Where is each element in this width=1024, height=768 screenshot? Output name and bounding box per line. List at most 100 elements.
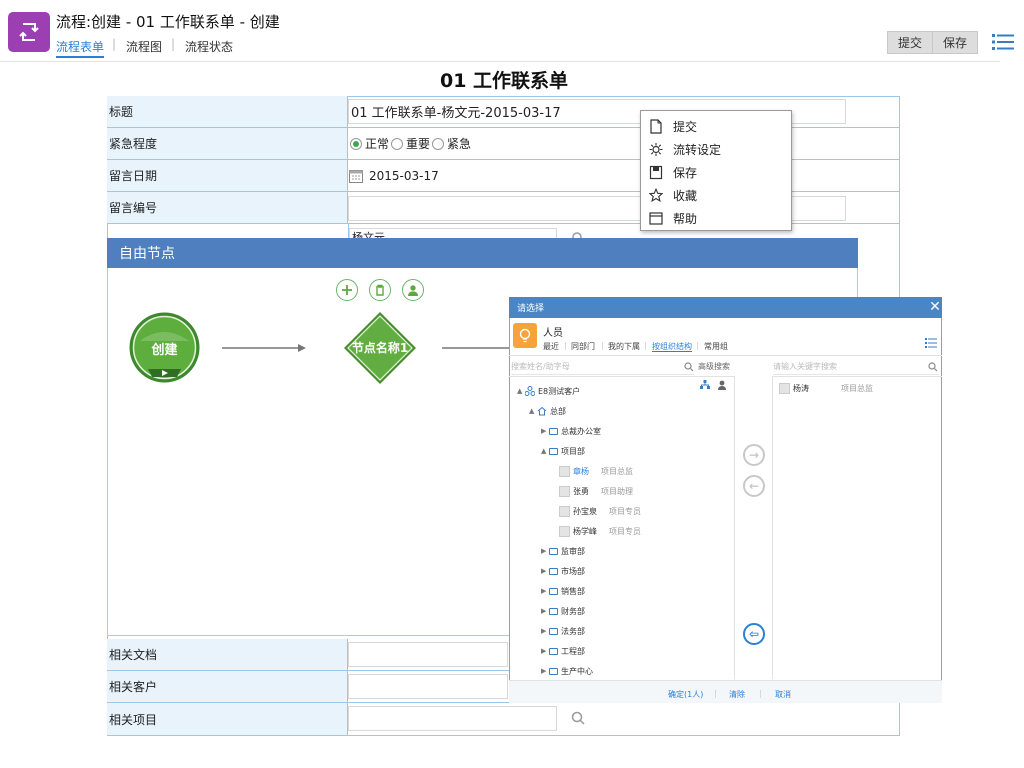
form-row-project: 相关项目 [107, 703, 900, 735]
folder-icon [549, 607, 558, 615]
urgency-label: 紧急程度 [107, 128, 348, 159]
arrow-right-icon: → [748, 448, 760, 462]
keyword-search-input[interactable]: 请输入关键字搜索 [773, 361, 939, 375]
clear-button[interactable]: 清除 [729, 689, 745, 700]
tree-node-dept[interactable]: ▶ 销售部 [517, 581, 641, 601]
tree-node-company[interactable]: ▲ 总部 [517, 401, 641, 421]
sel-tab-subordinates[interactable]: 我的下属 [608, 341, 640, 352]
sel-tab-common-groups[interactable]: 常用组 [704, 341, 728, 352]
add-node-button[interactable] [336, 279, 358, 301]
tree-node-root[interactable]: ▲ E8测试客户 [517, 381, 641, 401]
add-arrow-button[interactable]: → [743, 444, 765, 466]
advanced-search-link[interactable]: 高级搜索 [698, 361, 730, 372]
tree-member[interactable]: 张勇 项目助理 [517, 481, 641, 501]
category-label: 人员 [543, 328, 563, 339]
lightbulb-icon [519, 328, 531, 342]
folder-icon [549, 427, 558, 435]
person-category-icon [513, 323, 537, 348]
delete-node-button[interactable] [369, 279, 391, 301]
app-icon [8, 12, 50, 52]
save-button[interactable]: 保存 [932, 31, 978, 54]
tab-flowchart[interactable]: 流程图 [126, 38, 162, 55]
menu-item-save[interactable]: 保存 [641, 161, 791, 184]
star-icon [649, 188, 663, 203]
start-node[interactable]: 创建 [128, 311, 201, 384]
tab-flow-status[interactable]: 流程状态 [185, 38, 233, 55]
calendar-icon[interactable] [349, 169, 363, 183]
tab-form[interactable]: 流程表单 [56, 38, 104, 55]
window-title: 流程:创建 - 01 工作联系单 - 创建 [56, 13, 280, 31]
trash-icon [376, 284, 384, 296]
urgency-radio-normal[interactable]: 正常 [350, 135, 389, 152]
close-icon[interactable]: ✕ [928, 300, 942, 314]
list-icon[interactable] [925, 338, 937, 348]
plus-icon [342, 285, 352, 295]
list-menu-icon[interactable] [992, 33, 1014, 51]
tree-member[interactable]: 杨学峰 项目专员 [517, 521, 641, 541]
confirm-button[interactable]: 确定(1人) [668, 689, 703, 700]
tree-node-dept[interactable]: ▶ 监审部 [517, 541, 641, 561]
name-search-input[interactable]: 搜索姓名/助字母 [511, 361, 694, 375]
sel-tab-same-dept[interactable]: 同部门 [571, 341, 595, 352]
org-tree: ▲ E8测试客户 ▲ 总部 ▶ 总裁办公室 ▲ 项目部 章杨 项目总监 张勇 项目助理 … [517, 381, 641, 681]
person-avatar-icon [559, 465, 570, 477]
partial-input[interactable]: 杨文元 [349, 228, 557, 238]
org-icon [525, 386, 535, 396]
floppy-icon [649, 165, 663, 180]
tree-member[interactable]: 孙宝泉 项目专员 [517, 501, 641, 521]
window-icon [649, 212, 663, 225]
tree-node-dept[interactable]: ▶ 生产中心 [517, 661, 641, 681]
tab-divider: | [171, 37, 176, 51]
urgency-radio-important[interactable]: 重要 [391, 135, 430, 152]
flow-arrow [222, 344, 306, 352]
search-icon[interactable] [571, 711, 585, 725]
process-node-label: 节点名称1 [351, 341, 409, 355]
menu-item-favorite[interactable]: 收藏 [641, 184, 791, 207]
remove-all-button[interactable]: ⇦ [743, 623, 765, 645]
folder-icon [549, 447, 558, 455]
number-label: 留言编号 [107, 192, 348, 223]
docs-label: 相关文档 [107, 639, 348, 670]
cancel-button[interactable]: 取消 [775, 689, 791, 700]
search-icon[interactable] [684, 362, 694, 372]
user-icon[interactable] [717, 380, 727, 390]
org-chart-icon[interactable] [700, 380, 710, 390]
sel-tab-recent[interactable]: 最近 [543, 341, 559, 352]
project-input[interactable] [348, 706, 557, 731]
tree-node-dept-expanded[interactable]: ▲ 项目部 [517, 441, 641, 461]
process-node[interactable]: 节点名称1 [342, 310, 418, 386]
folder-icon [549, 587, 558, 595]
folder-icon [549, 647, 558, 655]
selector-dialog-header: 请选择 [509, 297, 942, 318]
tree-node-dept[interactable]: ▶ 工程部 [517, 641, 641, 661]
tree-node-dept[interactable]: ▶ 法务部 [517, 621, 641, 641]
selected-item[interactable]: 杨涛 项目总监 [779, 378, 873, 398]
tab-divider: | [112, 37, 117, 51]
remove-arrow-button[interactable]: ← [743, 475, 765, 497]
header-divider [0, 61, 1000, 62]
docs-input[interactable] [348, 642, 508, 667]
tree-node-dept[interactable]: ▶ 市场部 [517, 561, 641, 581]
active-tab-indicator [56, 56, 104, 58]
submit-button[interactable]: 提交 [887, 31, 933, 54]
title-label: 标题 [107, 96, 348, 127]
person-avatar-icon [779, 382, 790, 394]
tree-node-dept[interactable]: ▶ 总裁办公室 [517, 421, 641, 441]
menu-item-help[interactable]: 帮助 [641, 207, 791, 230]
search-icon[interactable] [928, 362, 938, 372]
folder-icon [549, 547, 558, 555]
folder-icon [549, 627, 558, 635]
menu-item-submit[interactable]: 提交 [641, 115, 791, 138]
assign-user-button[interactable] [402, 279, 424, 301]
document-icon [650, 119, 662, 134]
menu-item-flow-settings[interactable]: 流转设定 [641, 138, 791, 161]
user-icon [408, 285, 418, 296]
customer-input[interactable] [348, 674, 508, 699]
tree-node-dept[interactable]: ▶ 财务部 [517, 601, 641, 621]
home-icon [537, 406, 547, 416]
person-avatar-icon [559, 505, 570, 517]
urgency-radio-urgent[interactable]: 紧急 [432, 135, 471, 152]
tree-member[interactable]: 章杨 项目总监 [517, 461, 641, 481]
arrow-left-icon: ← [748, 479, 760, 493]
person-avatar-icon [559, 485, 570, 497]
